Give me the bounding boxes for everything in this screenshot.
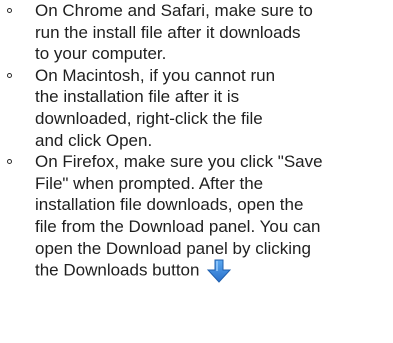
list-item-line: On Macintosh, if you cannot run (35, 65, 276, 85)
bullet-icon (7, 159, 12, 165)
list-item-line: File" when prompted. After the (35, 173, 264, 193)
list-item-line: and click Open. (35, 130, 153, 150)
download-arrow-icon (207, 259, 232, 283)
list-item-line: open the Download panel by clicking (35, 238, 311, 258)
list-item-macintosh: On Macintosh, if you cannot run the inst… (0, 65, 393, 151)
bullet-icon (7, 72, 12, 78)
list-item-firefox: On Firefox, make sure you click "Save Fi… (0, 151, 393, 283)
instruction-list: On Chrome and Safari, make sure to run t… (0, 0, 393, 283)
list-item-line: to your computer. (35, 44, 167, 64)
list-item-line: On Firefox, make sure you click "Save (35, 152, 323, 172)
list-item-line: On Chrome and Safari, make sure to (35, 1, 313, 20)
list-item-line: installation file downloads, open the (35, 195, 304, 215)
list-item-line-with-icon: the Downloads button (35, 259, 393, 283)
bullet-icon (7, 8, 12, 13)
list-item-line-text: the Downloads button (35, 260, 200, 280)
list-item-line: file from the Download panel. You can (35, 216, 321, 236)
list-item-line: the installation file after it is (35, 87, 240, 107)
list-item-chrome-safari: On Chrome and Safari, make sure to run t… (0, 0, 393, 65)
list-item-line: run the install file after it downloads (35, 22, 301, 42)
list-item-line: downloaded, right-click the file (35, 108, 263, 128)
